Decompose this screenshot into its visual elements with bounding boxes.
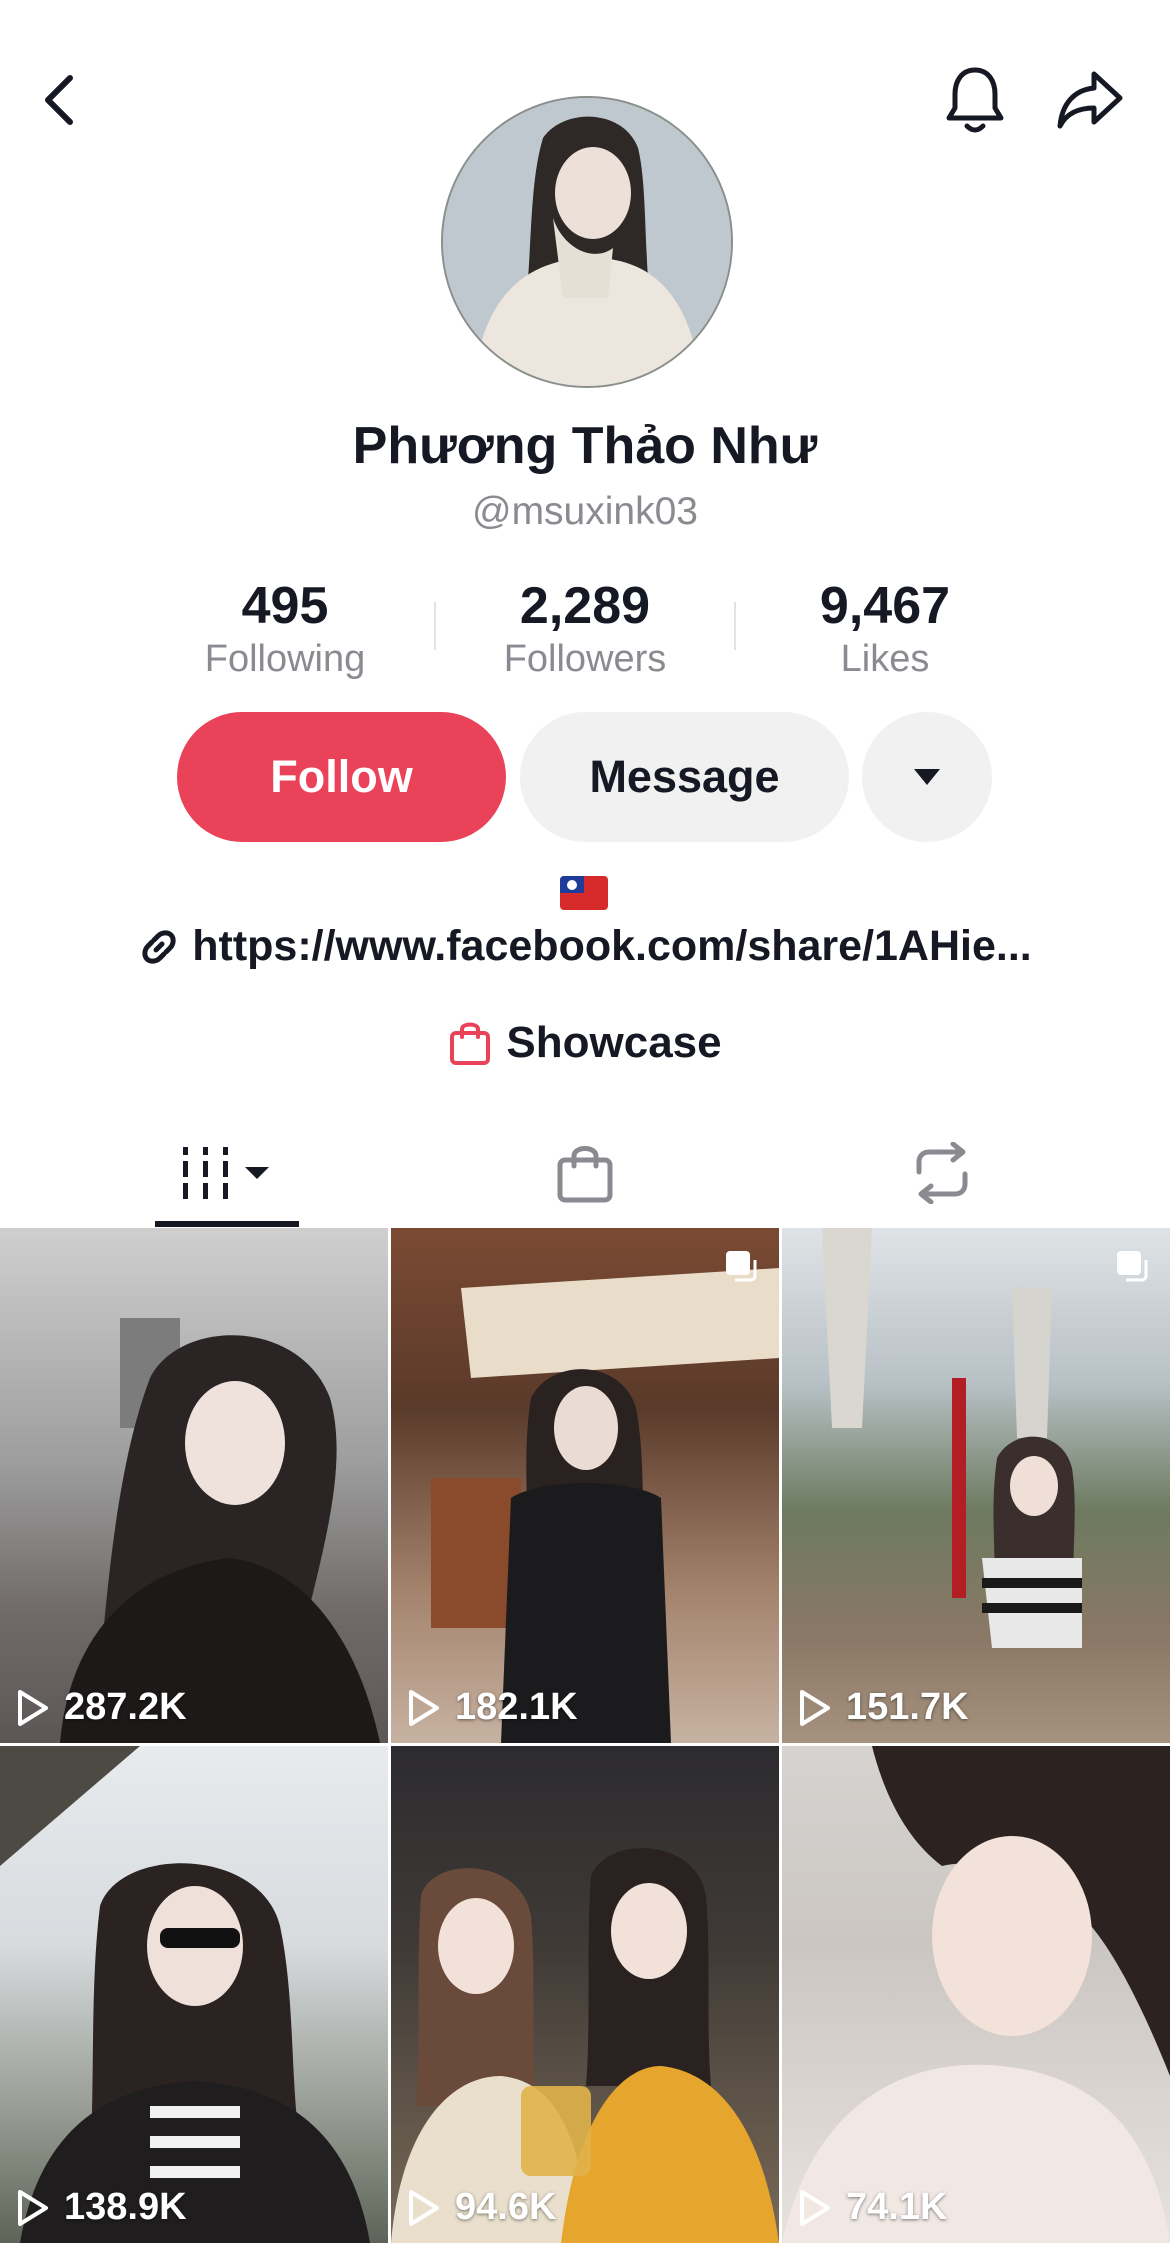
- view-count: 151.7K: [798, 1686, 969, 1729]
- view-count: 138.9K: [16, 2186, 187, 2229]
- followers-label: Followers: [503, 638, 667, 680]
- stat-likes[interactable]: 9,467 Likes: [755, 576, 1015, 682]
- view-count: 74.1K: [798, 2186, 947, 2229]
- grid-videos-icon: [183, 1147, 269, 1199]
- active-tab-indicator: [155, 1221, 299, 1227]
- play-icon: [800, 1689, 830, 1726]
- play-icon: [18, 1689, 48, 1726]
- video-thumbnail[interactable]: 94.6K: [391, 1746, 779, 2243]
- multi-photo-icon: [1117, 1251, 1148, 1282]
- multi-photo-icon: [726, 1251, 757, 1282]
- bio-link-text: https://www.facebook.com/share/1AHie...: [192, 922, 1032, 970]
- view-count-label: 138.9K: [64, 2186, 187, 2228]
- view-count: 287.2K: [16, 1686, 187, 1729]
- view-count: 94.6K: [407, 2186, 556, 2229]
- video-preview-image: [0, 1746, 370, 2243]
- video-preview-image: [782, 1746, 1170, 2243]
- video-thumbnail[interactable]: 151.7K: [782, 1228, 1170, 1743]
- avatar-image: [443, 98, 731, 386]
- view-count-label: 151.7K: [846, 1686, 969, 1728]
- play-icon: [409, 2189, 439, 2226]
- followers-count: 2,289: [519, 577, 651, 635]
- back-icon: [45, 75, 73, 125]
- message-button[interactable]: Message: [520, 712, 849, 842]
- tab-shop[interactable]: [513, 1120, 657, 1226]
- taiwan-flag-icon: [560, 876, 608, 910]
- video-thumbnail[interactable]: 138.9K: [0, 1746, 388, 2243]
- stat-divider: [734, 602, 736, 650]
- back-button[interactable]: [30, 70, 90, 130]
- view-count: 182.1K: [407, 1686, 578, 1729]
- likes-count: 9,467: [819, 577, 951, 635]
- view-count-label: 287.2K: [64, 1686, 187, 1728]
- following-count: 495: [241, 577, 329, 635]
- video-thumbnail[interactable]: 74.1K: [782, 1746, 1170, 2243]
- content-tabs: [0, 1120, 1170, 1228]
- caret-down-icon: [914, 769, 940, 785]
- view-count-label: 74.1K: [846, 2186, 948, 2228]
- following-label: Following: [204, 638, 366, 680]
- view-count-label: 94.6K: [455, 2186, 557, 2228]
- showcase-label: Showcase: [506, 1018, 722, 1067]
- stat-following[interactable]: 495 Following: [155, 576, 415, 682]
- video-preview-image: [391, 1848, 779, 2243]
- play-icon: [18, 2189, 48, 2226]
- showcase-link[interactable]: Showcase: [0, 1018, 1170, 1068]
- likes-label: Likes: [840, 638, 930, 680]
- tab-reposts[interactable]: [870, 1120, 1014, 1226]
- video-thumbnail[interactable]: 182.1K: [391, 1228, 779, 1743]
- stat-divider: [434, 602, 436, 650]
- video-grid: 287.2K 182.1K 151.7K 138.9K 94.6K 74.1K: [0, 1228, 1170, 2243]
- play-icon: [800, 2189, 830, 2226]
- tab-videos[interactable]: [155, 1120, 299, 1226]
- shopping-bag-icon: [557, 1146, 613, 1203]
- suggested-accounts-button[interactable]: [862, 712, 992, 842]
- share-button[interactable]: [1050, 60, 1130, 140]
- avatar[interactable]: [441, 96, 733, 388]
- video-preview-image: [822, 1228, 1082, 1648]
- view-count-label: 182.1K: [455, 1686, 578, 1728]
- display-name: Phương Thảo Như: [352, 417, 818, 475]
- video-preview-image: [60, 1318, 380, 1743]
- shopping-bag-icon: [450, 1022, 491, 1065]
- bell-icon: [946, 67, 1004, 133]
- username-handle: @msuxink03: [471, 490, 698, 533]
- share-icon: [1057, 71, 1123, 129]
- stat-followers[interactable]: 2,289 Followers: [455, 576, 715, 682]
- play-icon: [409, 1689, 439, 1726]
- follow-button[interactable]: Follow: [177, 712, 506, 842]
- notification-bell-button[interactable]: [935, 60, 1015, 140]
- video-thumbnail[interactable]: 287.2K: [0, 1228, 388, 1743]
- repost-icon: [916, 1142, 968, 1204]
- link-icon: [142, 929, 176, 964]
- video-preview-image: [431, 1268, 779, 1743]
- bio-link[interactable]: https://www.facebook.com/share/1AHie...: [0, 922, 1170, 971]
